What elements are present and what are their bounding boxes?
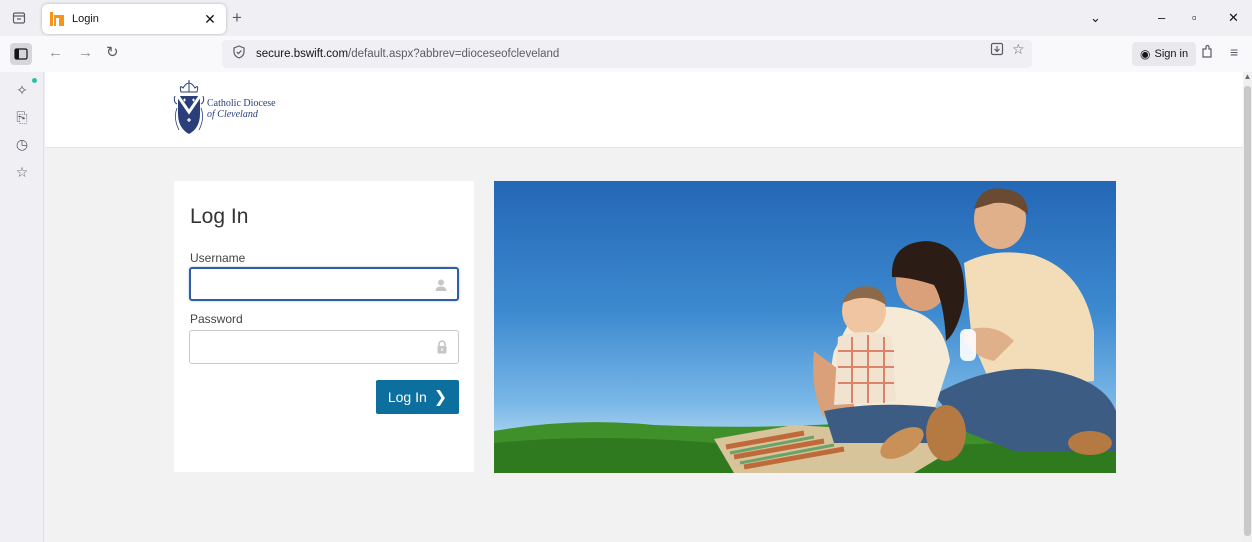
synced-tabs-icon[interactable]: ⎘ <box>14 109 30 125</box>
close-window-icon[interactable]: ✕ <box>1228 10 1239 26</box>
username-label: Username <box>190 251 246 265</box>
username-field[interactable] <box>189 267 459 301</box>
coat-of-arms-icon <box>173 80 205 134</box>
back-arrow-icon[interactable]: ← <box>48 45 63 61</box>
notification-dot <box>32 78 37 83</box>
browser-sidebar: ✧ ⎘ ◷ ☆ <box>0 72 44 542</box>
minimize-icon[interactable]: – <box>1158 10 1165 25</box>
user-icon <box>435 278 447 292</box>
ai-chatbot-icon[interactable]: ✧ <box>14 82 30 98</box>
url-text: secure.bswift.com/default.aspx?abbrev=di… <box>256 48 559 60</box>
site-header: Catholic Diocese of Cleveland <box>45 72 1243 148</box>
logo-line-2: of Cleveland <box>207 109 258 120</box>
login-button-label: Log In <box>387 389 427 405</box>
sign-in-button[interactable]: ◉ Sign in <box>1132 42 1197 66</box>
login-button[interactable]: Log In ❯ <box>376 380 459 414</box>
tab-login[interactable]: Login ✕ <box>42 4 226 34</box>
restore-icon[interactable]: ▫ <box>1192 10 1197 25</box>
url-path: /default.aspx?abbrev=dioceseofcleveland <box>348 48 560 60</box>
tab-list-icon[interactable] <box>10 9 28 27</box>
diocese-logo[interactable]: Catholic Diocese of Cleveland <box>173 78 276 140</box>
logo-text: Catholic Diocese of Cleveland <box>207 98 276 120</box>
scroll-up-icon[interactable]: ▲ <box>1243 72 1252 84</box>
url-bar[interactable]: secure.bswift.com/default.aspx?abbrev=di… <box>222 40 1032 68</box>
menu-icon[interactable]: ≡ <box>1230 44 1238 60</box>
bookmarks-icon[interactable]: ☆ <box>14 164 30 180</box>
chevron-down-icon[interactable]: ⌄ <box>1090 10 1101 26</box>
close-tab-icon[interactable]: ✕ <box>202 11 218 28</box>
new-tab-icon[interactable]: + <box>232 9 242 27</box>
lock-icon <box>436 340 448 354</box>
logo-line-1: Catholic Diocese <box>207 98 276 109</box>
family-hero-image <box>494 181 1116 473</box>
username-input[interactable] <box>199 269 429 299</box>
sidebar-toggle-icon[interactable] <box>10 43 32 65</box>
sign-in-label: Sign in <box>1154 48 1189 60</box>
page-content: Catholic Diocese of Cleveland Log In Use… <box>45 72 1243 542</box>
reader-view-icon[interactable] <box>990 42 1004 59</box>
site-info-icon[interactable] <box>232 44 246 64</box>
history-icon[interactable]: ◷ <box>14 136 30 152</box>
reload-icon[interactable]: ↻ <box>106 45 119 61</box>
login-card: Log In Username Password Log In ❯ <box>174 181 474 472</box>
extensions-icon[interactable] <box>1200 44 1214 61</box>
password-input[interactable] <box>198 331 428 363</box>
chevron-right-icon: ❯ <box>433 389 448 406</box>
forward-arrow-icon[interactable]: → <box>78 45 93 61</box>
tab-title: Login <box>72 13 99 25</box>
account-icon: ◉ <box>1140 47 1151 61</box>
navigation-bar: ← → ↻ secure.bswift.com/default.aspx?abb… <box>0 36 1252 72</box>
scroll-thumb[interactable] <box>1244 86 1251 536</box>
url-domain: secure.bswift.com <box>256 48 349 60</box>
bswift-favicon-icon <box>50 12 64 26</box>
password-field[interactable] <box>189 330 459 364</box>
login-title: Log In <box>190 205 249 228</box>
password-label: Password <box>190 312 243 326</box>
bookmark-star-icon[interactable]: ☆ <box>1012 41 1025 58</box>
tab-bar: Login ✕ + ⌄ – ▫ ✕ <box>0 0 1252 36</box>
family-photo <box>494 188 1116 473</box>
page-scrollbar[interactable]: ▲ <box>1243 72 1252 542</box>
